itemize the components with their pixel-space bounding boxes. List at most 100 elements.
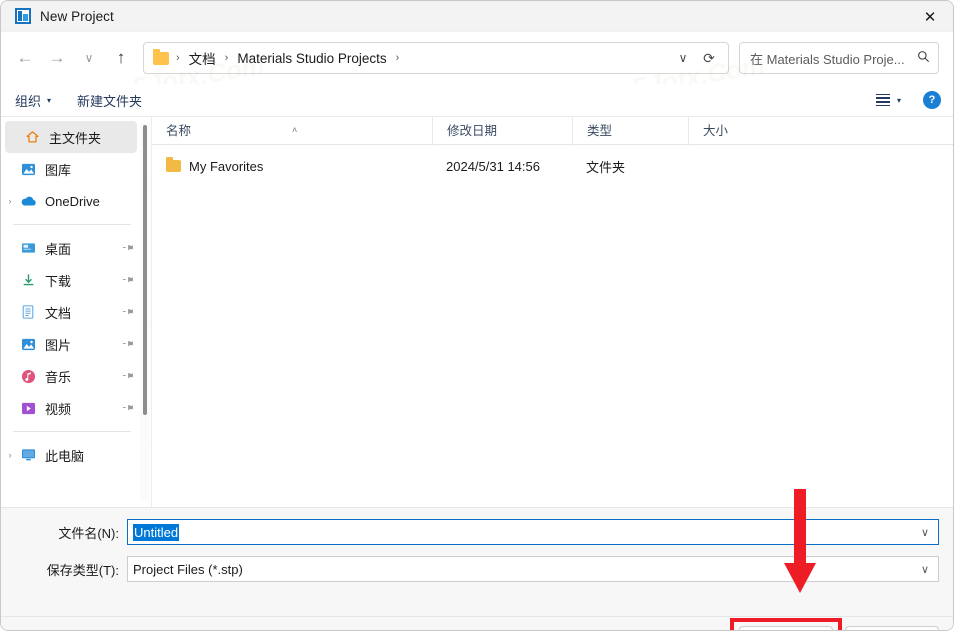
new-folder-label: 新建文件夹 — [77, 93, 143, 109]
search-icon — [917, 50, 930, 66]
column-header-type[interactable]: 类型 — [572, 116, 688, 145]
file-type-cell: 文件夹 — [586, 159, 626, 175]
sidebar-item-pictures[interactable]: 图片 — [1, 328, 141, 360]
sidebar-item-home[interactable]: 主文件夹 — [5, 121, 137, 153]
music-icon — [19, 368, 37, 384]
downloads-icon — [19, 272, 37, 288]
sidebar-item-this-pc[interactable]: › 此电脑 — [1, 439, 141, 471]
table-row[interactable]: My Favorites 2024/5/31 14:56 文件夹 — [152, 151, 953, 181]
column-header-size[interactable]: 大小 — [688, 116, 770, 145]
command-bar-right: ▾ ? — [870, 91, 941, 109]
sidebar-item-label: 音乐 — [45, 369, 72, 385]
pin-icon[interactable] — [120, 400, 136, 416]
breadcrumb-separator: › — [176, 52, 180, 64]
recent-locations-button[interactable]: ∨ — [73, 42, 105, 74]
sidebar-divider — [13, 224, 131, 225]
pin-icon[interactable] — [120, 368, 136, 384]
sidebar-item-label: 文档 — [45, 305, 72, 321]
chevron-down-icon: ▾ — [47, 95, 52, 105]
filename-row: 文件名(N): Untitled ∨ — [1, 519, 953, 545]
chevron-down-icon[interactable]: ∨ — [916, 563, 934, 576]
sidebar-item-music[interactable]: 音乐 — [1, 360, 141, 392]
sidebar-scrollbar[interactable] — [140, 123, 150, 501]
expand-chevron-icon[interactable]: › — [1, 196, 19, 206]
cancel-button[interactable]: 取消 — [845, 626, 939, 630]
sidebar-item-label: 图库 — [45, 162, 72, 178]
sidebar-item-label: 主文件夹 — [49, 130, 102, 146]
organize-button[interactable]: 组织 ▾ — [15, 91, 51, 110]
close-icon[interactable]: ✕ — [907, 1, 953, 32]
sidebar-divider — [13, 431, 131, 432]
sidebar-item-label: OneDrive — [45, 193, 100, 209]
navigation-pane: 主文件夹 图库 › OneDrive 桌面 下载 文档 图片 音乐 视频 › 此… — [1, 117, 150, 507]
footer-actions: ˄ 隐藏文件夹 OK 取消 — [1, 616, 953, 630]
forward-button[interactable]: → — [41, 42, 73, 74]
sidebar-item-videos[interactable]: 视频 — [1, 392, 141, 424]
back-button[interactable]: ← — [9, 42, 41, 74]
home-icon — [23, 129, 41, 145]
onedrive-icon — [19, 193, 37, 209]
search-input[interactable]: 在 Materials Studio Proje... — [750, 49, 917, 68]
column-headers: 名称 ˄ 修改日期 类型 大小 — [152, 116, 953, 145]
sidebar-item-desktop[interactable]: 桌面 — [1, 232, 141, 264]
breadcrumb-item-documents[interactable]: 文档 — [187, 48, 218, 68]
search-box[interactable]: 在 Materials Studio Proje... — [739, 42, 939, 74]
ok-button[interactable]: OK — [739, 626, 833, 630]
sidebar-scrollbar-thumb[interactable] — [143, 125, 147, 415]
pin-icon[interactable] — [120, 336, 136, 352]
filetype-value: Project Files (*.stp) — [133, 561, 243, 577]
column-header-name[interactable]: 名称 ˄ — [152, 117, 432, 145]
filename-label: 文件名(N): — [58, 525, 119, 541]
file-name-label: My Favorites — [189, 158, 264, 174]
breadcrumb-item-materials-studio-projects[interactable]: Materials Studio Projects — [235, 51, 388, 66]
desktop-icon — [19, 240, 37, 256]
filetype-label: 保存类型(T): — [46, 562, 119, 578]
pin-icon[interactable] — [120, 272, 136, 288]
folder-icon — [166, 157, 181, 172]
gallery-icon — [19, 161, 37, 177]
sidebar-item-label: 视频 — [45, 401, 72, 417]
sort-ascending-icon: ˄ — [292, 124, 298, 135]
view-options-button[interactable]: ▾ — [870, 91, 907, 109]
pin-icon[interactable] — [120, 304, 136, 320]
dialog-buttons: OK 取消 — [730, 618, 939, 630]
file-list-pane: 名称 ˄ 修改日期 类型 大小 My Favorites 2024/5/31 1… — [151, 116, 953, 507]
address-bar[interactable]: › 文档 › Materials Studio Projects › ∨ ⟳ — [143, 42, 729, 74]
dialog-body: 主文件夹 图库 › OneDrive 桌面 下载 文档 图片 音乐 视频 › 此… — [1, 116, 953, 507]
refresh-icon[interactable]: ⟳ — [696, 45, 722, 71]
breadcrumb-separator: › — [224, 52, 229, 64]
column-header-date[interactable]: 修改日期 — [432, 116, 572, 145]
sidebar-item-gallery[interactable]: 图库 — [1, 153, 141, 185]
breadcrumb-separator: › — [395, 52, 400, 64]
videos-icon — [19, 400, 37, 416]
new-folder-button[interactable]: 新建文件夹 — [77, 91, 142, 110]
chevron-down-icon[interactable]: ∨ — [916, 526, 934, 539]
organize-label: 组织 — [15, 93, 42, 109]
new-project-dialog: FJotx.Com FJotx.Com FJotx.Com FJotx.Com … — [0, 0, 954, 631]
filename-input[interactable]: Untitled — [133, 523, 180, 541]
filetype-select[interactable]: Project Files (*.stp) ∨ — [127, 556, 939, 582]
documents-icon — [19, 304, 37, 320]
pin-icon[interactable] — [120, 240, 136, 256]
ok-button-wrapper: OK — [730, 618, 842, 630]
navigation-bar: ← → ∨ ↑ › 文档 › Materials Studio Projects… — [1, 32, 953, 84]
folder-icon — [153, 48, 169, 65]
this-pc-icon — [19, 447, 37, 463]
sidebar-item-downloads[interactable]: 下载 — [1, 264, 141, 296]
window-title: New Project — [40, 8, 114, 24]
command-bar: 组织 ▾ 新建文件夹 ▾ ? — [1, 84, 953, 116]
help-button[interactable]: ? — [923, 91, 941, 109]
dialog-footer: 文件名(N): Untitled ∨ 保存类型(T): Project File… — [1, 507, 953, 630]
sidebar-item-documents[interactable]: 文档 — [1, 296, 141, 328]
file-name-cell[interactable]: My Favorites — [152, 157, 432, 174]
hamburger-icon — [875, 93, 890, 107]
up-button[interactable]: ↑ — [105, 42, 137, 74]
sidebar-item-onedrive[interactable]: › OneDrive — [1, 185, 141, 217]
column-header-name-label: 名称 — [166, 123, 192, 138]
materials-studio-icon — [15, 8, 31, 24]
title-bar: New Project ✕ — [1, 1, 953, 32]
filename-field[interactable]: Untitled ∨ — [127, 519, 939, 545]
filetype-row: 保存类型(T): Project Files (*.stp) ∨ — [1, 556, 953, 582]
expand-chevron-icon[interactable]: › — [1, 450, 19, 460]
chevron-down-icon[interactable]: ∨ — [670, 45, 696, 71]
